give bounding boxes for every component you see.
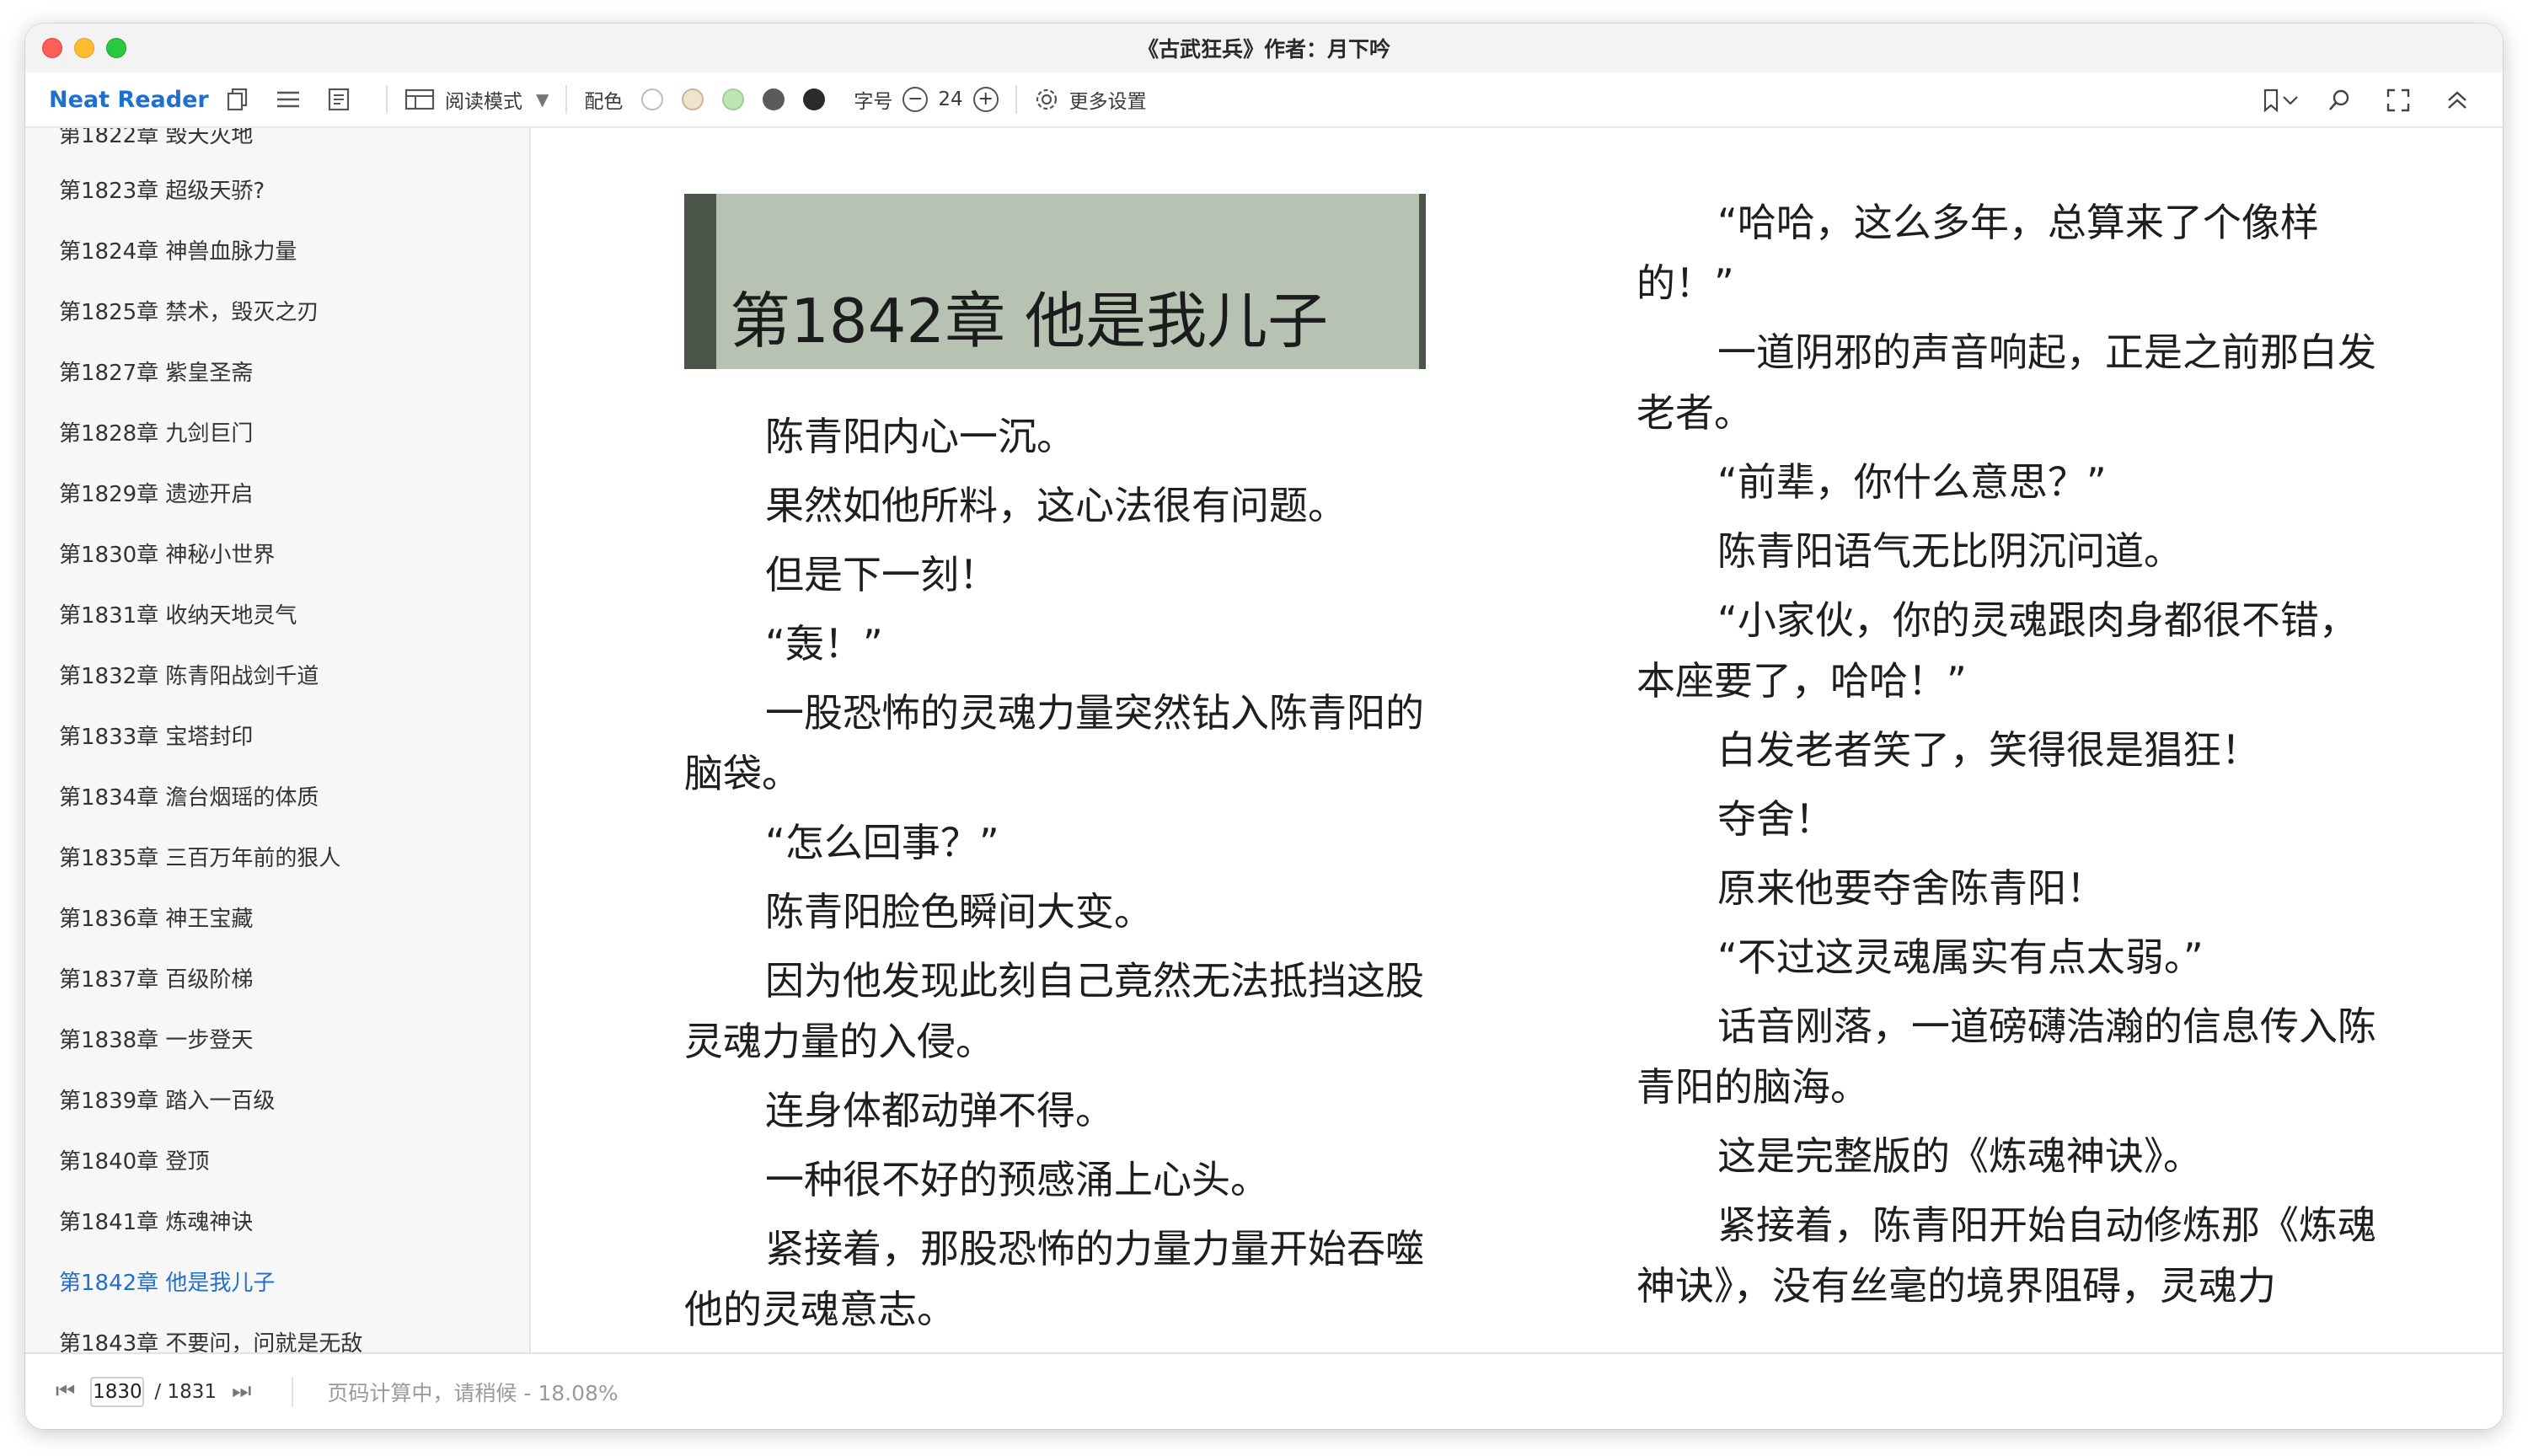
paragraph: 陈青阳内心一沉。 (765, 414, 1075, 459)
font-size-label: 字号 (854, 91, 893, 113)
paragraph: 这是完整版的《炼魂神诀》。 (1717, 1133, 2202, 1179)
first-page-icon[interactable]: ⏮ (56, 1378, 75, 1405)
color-swatch-gray[interactable] (763, 88, 785, 110)
reading-mode-dropdown[interactable]: 阅读模式 ▼ (404, 85, 549, 114)
toc-item[interactable]: 第1833章 宝塔封印 (59, 720, 253, 751)
app-window: 《古武狂兵》作者：月下吟 Neat Reader 阅读模式 ▼ 配色 字号 − (25, 24, 2503, 1429)
toc-item[interactable]: 第1822章 毁天灭地 (59, 128, 253, 149)
paragraph: 紧接着，那股恐怖的力量力量开始吞噬他的灵魂意志。 (684, 1226, 1424, 1332)
paragraph: 夺舍！ (1717, 796, 1834, 842)
color-swatch-sepia[interactable] (682, 88, 704, 110)
toolbar-divider (1015, 85, 1017, 114)
toc-item[interactable]: 第1836章 神王宝藏 (59, 902, 253, 933)
font-size-control: 字号 − 24 + (854, 85, 999, 114)
toc-item[interactable]: 第1825章 禁术，毁灭之刃 (59, 295, 319, 326)
paragraph: 连身体都动弹不得。 (765, 1088, 1114, 1133)
app-brand[interactable]: Neat Reader (49, 87, 217, 113)
toc-item[interactable]: 第1832章 陈青阳战剑千道 (59, 659, 319, 690)
paragraph: 陈青阳语气无比阴沉问道。 (1717, 528, 2183, 574)
toolbar-divider (386, 85, 388, 114)
paragraph: “前辈，你什么意思？” (1717, 459, 2107, 505)
window-title: 《古武狂兵》作者：月下吟 (1137, 37, 1390, 62)
color-swatch-dark[interactable] (803, 88, 826, 110)
font-size-value: 24 (938, 88, 963, 110)
paragraph: “不过这灵魂属实有点太弱。” (1717, 934, 2204, 980)
page-right: “哈哈，这么多年，总算来了个像样的！” 一道阴邪的声音响起，正是之前那白发老者。… (1636, 192, 2378, 1325)
toolbar-divider (565, 85, 568, 114)
toolbar: Neat Reader 阅读模式 ▼ 配色 字号 − 24 + 更多设置 (25, 72, 2503, 128)
chapter-banner: 第1842章 他是我儿子 (684, 194, 1426, 369)
paragraph: 一股恐怖的灵魂力量突然钻入陈青阳的脑袋。 (684, 690, 1424, 796)
paragraph: “轰！” (765, 621, 883, 666)
paragraph: 话音刚落，一道磅礴浩瀚的信息传入陈青阳的脑海。 (1636, 1004, 2376, 1110)
color-swatch-green[interactable] (722, 88, 745, 110)
toc-list-icon[interactable] (268, 79, 308, 120)
toc-item[interactable]: 第1827章 紫皇圣斋 (59, 356, 253, 387)
color-scheme-label: 配色 (584, 91, 624, 113)
maximize-window-button[interactable] (106, 38, 126, 58)
title-bar: 《古武狂兵》作者：月下吟 (25, 24, 2503, 72)
toc-item[interactable]: 第1824章 神兽血脉力量 (59, 234, 297, 265)
paragraph: 陈青阳脸色瞬间大变。 (765, 889, 1153, 934)
toc-item[interactable]: 第1831章 收纳天地灵气 (59, 598, 297, 629)
paragraph: 果然如他所料，这心法很有问题。 (765, 483, 1347, 528)
paragraph: 但是下一刻！ (765, 552, 998, 597)
right-toolbar (2260, 72, 2477, 128)
page-total: / 1831 (154, 1380, 217, 1403)
search-icon[interactable] (2319, 80, 2359, 120)
last-page-icon[interactable]: ⏭ (232, 1378, 251, 1405)
font-increase-button[interactable]: + (972, 87, 999, 112)
toc-item[interactable]: 第1834章 澹台烟瑶的体质 (59, 780, 319, 811)
toc-item[interactable]: 第1840章 登顶 (59, 1144, 209, 1175)
color-swatch-white[interactable] (641, 88, 664, 110)
toc-item[interactable]: 第1835章 三百万年前的狠人 (59, 841, 340, 872)
status-bar: ⏮ / 1831 ⏭ 页码计算中，请稍候 - 18.08% (25, 1352, 2503, 1429)
page-left: 陈青阳内心一沉。 果然如他所料，这心法很有问题。 但是下一刻！ “轰！” 一股恐… (684, 406, 1426, 1348)
page-number-input[interactable] (90, 1376, 145, 1407)
reading-pane: 第1842章 他是我儿子 陈青阳内心一沉。 果然如他所料，这心法很有问题。 但是… (533, 128, 2503, 1352)
paragraph: “小家伙，你的灵魂跟肉身都很不错，本座要了，哈哈！” (1636, 597, 2358, 704)
toc-item[interactable]: 第1837章 百级阶梯 (59, 962, 253, 993)
more-settings-label: 更多设置 (1069, 91, 1147, 113)
copy-icon[interactable] (217, 79, 258, 120)
close-window-button[interactable] (42, 38, 62, 58)
chapter-title: 第1842章 他是我儿子 (730, 286, 1329, 356)
gear-icon (1036, 88, 1057, 110)
paragraph: 紧接着，陈青阳开始自动修炼那《炼魂神诀》，没有丝毫的境界阻碍，灵魂力 (1636, 1202, 2376, 1309)
paragraph: 一道阴邪的声音响起，正是之前那白发老者。 (1636, 329, 2376, 436)
collapse-toolbar-icon[interactable] (2437, 80, 2477, 120)
bookmark-icon[interactable] (2260, 80, 2300, 120)
more-settings-button[interactable]: 更多设置 (1034, 85, 1147, 114)
fullscreen-icon[interactable] (2378, 80, 2418, 120)
toc-item[interactable]: 第1823章 超级天骄? (59, 174, 265, 205)
toc-sidebar: 第1822章 毁天灭地 第1823章 超级天骄? 第1824章 神兽血脉力量 第… (25, 128, 531, 1352)
paragraph: “怎么回事？” (765, 820, 999, 865)
paragraph: 白发老者笑了，笑得很是猖狂！ (1717, 727, 2260, 773)
toc-item[interactable]: 第1829章 遗迹开启 (59, 477, 253, 508)
toc-item[interactable]: 第1838章 一步登天 (59, 1023, 253, 1054)
toc-item[interactable]: 第1841章 炼魂神诀 (59, 1205, 253, 1236)
window-controls (42, 38, 126, 58)
layout-icon (404, 88, 435, 110)
notes-icon[interactable] (319, 79, 359, 120)
paragraph: 原来他要夺舍陈青阳！ (1717, 865, 2105, 911)
footer-divider (292, 1376, 294, 1407)
chevron-down-icon: ▼ (536, 89, 549, 110)
toc-item-active[interactable]: 第1842章 他是我儿子 (59, 1266, 275, 1297)
paragraph: “哈哈，这么多年，总算来了个像样的！” (1636, 200, 2319, 306)
progress-status: 页码计算中，请稍候 - 18.08% (327, 1380, 619, 1405)
font-decrease-button[interactable]: − (902, 87, 929, 112)
toc-item[interactable]: 第1828章 九剑巨门 (59, 416, 253, 447)
toc-item[interactable]: 第1843章 不要问，问就是无敌 (59, 1326, 362, 1352)
reading-mode-label: 阅读模式 (445, 91, 522, 113)
paragraph: 一种很不好的预感涌上心头。 (765, 1157, 1269, 1202)
toc-item[interactable]: 第1839章 踏入一百级 (59, 1084, 275, 1115)
toc-item[interactable]: 第1830章 神秘小世界 (59, 538, 275, 569)
paragraph: 因为他发现此刻自己竟然无法抵挡这股灵魂力量的入侵。 (684, 958, 1424, 1064)
minimize-window-button[interactable] (74, 38, 94, 58)
